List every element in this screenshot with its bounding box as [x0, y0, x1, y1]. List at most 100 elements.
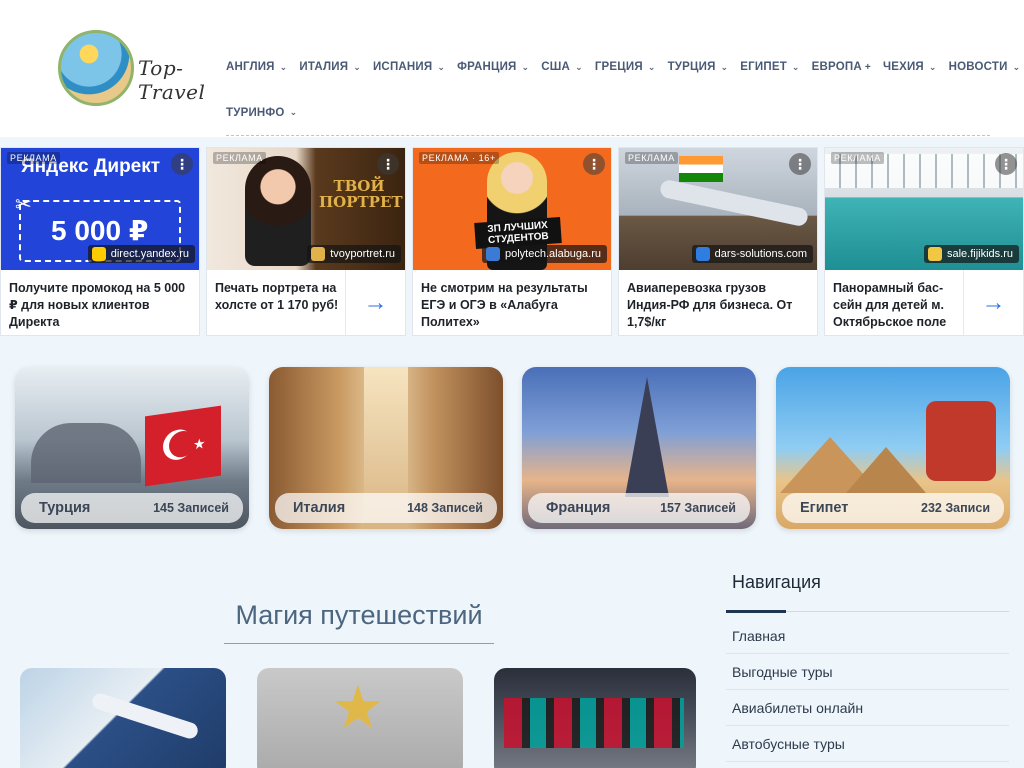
more-options-icon[interactable]: ⋮ [377, 153, 399, 175]
more-options-icon[interactable]: ⋮ [789, 153, 811, 175]
ad-domain-text: direct.yandex.ru [110, 248, 189, 260]
site-header: Top-Travel АНГЛИЯ ⌄ ИТАЛИЯ ⌄ ИСПАНИЯ ⌄ ФРАНЦИЯ… [0, 0, 1024, 137]
scissors-icon: ✂ [15, 194, 32, 216]
favicon-icon [311, 247, 326, 261]
ad-domain[interactable]: dars-solutions.com [691, 245, 813, 263]
chevron-down-icon: ⌄ [928, 61, 937, 72]
nav-item-5[interactable]: США ⌄ [541, 61, 583, 73]
nav-item-label: ГРЕЦИЯ [594, 61, 643, 73]
category-pill: Франция 157 Записей [528, 493, 750, 523]
ad-label: РЕКЛАМА [625, 152, 678, 164]
category-card-egypt[interactable]: Египет 232 Записи [776, 367, 1010, 529]
ad-card[interactable]: ТВОЙ ПОРТРЕТ РЕКЛАМА ⋮ tvoyportret.ru Пе… [206, 147, 406, 336]
nav-item-1[interactable]: АНГЛИЯ ⌄ [226, 61, 287, 73]
ad-strip: Яндекс Директ ✂ 5 000 ₽ РЕКЛАМА ⋮ direct… [0, 147, 1024, 336]
ad-domain[interactable]: direct.yandex.ru [87, 245, 195, 263]
ad-card[interactable]: Яндекс Директ ✂ 5 000 ₽ РЕКЛАМА ⋮ direct… [0, 147, 200, 336]
category-card-italy[interactable]: Италия 148 Записей [269, 367, 503, 529]
plus-icon: + [864, 61, 871, 73]
category-count: 157 Записей [660, 501, 736, 515]
chevron-down-icon: ⌄ [720, 61, 729, 72]
chevron-down-icon: ⌄ [575, 61, 583, 72]
ad-domain-text: dars-solutions.com [714, 248, 807, 260]
nav-item-label: ТУРЦИЯ [667, 61, 716, 73]
category-name: Египет [800, 500, 849, 516]
post-card[interactable] [494, 668, 696, 768]
sidebar-nav: Главная Выгодные туры Авиабилеты онлайн Авт… [726, 618, 1009, 762]
nav-row: АНГЛИЯ ⌄ ИТАЛИЯ ⌄ ИСПАНИЯ ⌄ ФРАНЦИЯ ⌄ США ⌄ ГРЕЦИЯ… [226, 48, 1020, 86]
nav-item-label: ИТАЛИЯ [299, 61, 349, 73]
ad-label: РЕКЛАМА [7, 152, 60, 164]
favicon-icon [485, 247, 500, 261]
category-pill: Италия 148 Записей [275, 493, 497, 523]
post-card[interactable] [20, 668, 226, 768]
site-logo[interactable]: Top-Travel [30, 28, 240, 108]
arrow-right-icon[interactable]: → [963, 270, 1023, 336]
nav-item-4[interactable]: ФРАНЦИЯ ⌄ [457, 61, 529, 73]
sidebar-link[interactable]: Авиабилеты онлайн [726, 690, 1009, 726]
favicon-icon [695, 247, 710, 261]
category-pill: Турция 145 Записей [21, 493, 243, 523]
ad-domain-text: tvoyportret.ru [330, 248, 395, 260]
pyramid [846, 447, 926, 493]
nav-item-10[interactable]: ЧЕХИЯ ⌄ [883, 61, 937, 73]
ad-card[interactable]: РЕКЛАМА ⋮ sale.fijikids.ru Панорамный ба… [824, 147, 1024, 336]
ad-brand: ТВОЙ ПОРТРЕТ [319, 177, 403, 211]
nav-item-label: НОВОСТИ [948, 61, 1008, 73]
nav-item-2[interactable]: ИТАЛИЯ ⌄ [299, 61, 361, 73]
nav-row: ТУРИНФО ⌄ [226, 94, 990, 136]
sidebar-link[interactable]: Выгодные туры [726, 654, 1009, 690]
star-icon: ★ [331, 674, 385, 741]
eiffel-tower [625, 377, 669, 497]
arrow-right-icon[interactable]: → [345, 270, 405, 336]
ad-card[interactable]: РЕКЛАМА ⋮ dars-solutions.com Авиаперевоз… [618, 147, 818, 336]
nav-item-1[interactable]: ТУРИНФО ⌄ [226, 107, 297, 119]
race-cars [504, 698, 684, 748]
ad-text: Печать портрета на холсте от 1 170 руб! [215, 281, 339, 312]
ad-domain[interactable]: sale.fijikids.ru [923, 245, 1019, 263]
nav-item-3[interactable]: ИСПАНИЯ ⌄ [373, 61, 445, 73]
flag-turkey: ★ [145, 405, 221, 487]
nav-item-label: ЧЕХИЯ [882, 61, 924, 73]
more-options-icon[interactable]: ⋮ [583, 153, 605, 175]
nav-item-6[interactable]: ГРЕЦИЯ ⌄ [595, 61, 656, 73]
nav-item-11[interactable]: НОВОСТИ ⌄ [949, 61, 1021, 73]
chevron-down-icon: ⌄ [521, 61, 530, 72]
nav-item-label: ЕГИПЕТ [740, 61, 787, 73]
flag-india [679, 156, 723, 182]
more-options-icon[interactable]: ⋮ [171, 153, 193, 175]
category-cards: ★ Турция 145 Записей Италия 148 Записей … [0, 367, 1024, 529]
ad-domain-text: polytech.alabuga.ru [504, 248, 601, 260]
nav-item-9[interactable]: ЕВРОПА + [812, 61, 871, 73]
nav-item-label: США [541, 61, 571, 73]
sidebar-link[interactable]: Автобусные туры [726, 726, 1009, 762]
sidebar-title: Навигация [726, 560, 1009, 613]
more-options-icon[interactable]: ⋮ [995, 153, 1017, 175]
category-card-turkey[interactable]: ★ Турция 145 Записей [15, 367, 249, 529]
nav-item-8[interactable]: ЕГИПЕТ ⌄ [740, 61, 799, 73]
chevron-down-icon: ⌄ [647, 61, 656, 72]
nav-item-7[interactable]: ТУРЦИЯ ⌄ [668, 61, 729, 73]
post-card[interactable]: ★ [257, 668, 463, 768]
ad-card[interactable]: ЗП ЛУЧШИХ СТУДЕНТОВ РЕКЛАМА · 16+ ⋮ poly… [412, 147, 612, 336]
chevron-down-icon: ⌄ [289, 107, 298, 117]
ad-domain[interactable]: tvoyportret.ru [307, 245, 401, 263]
portrait-figure [245, 156, 311, 266]
main-nav: АНГЛИЯ ⌄ ИТАЛИЯ ⌄ ИСПАНИЯ ⌄ ФРАНЦИЯ ⌄ США ⌄ ГРЕЦИЯ… [226, 48, 1020, 136]
chevron-down-icon: ⌄ [437, 61, 446, 72]
chevron-down-icon: ⌄ [279, 61, 288, 72]
nav-item-label: ИСПАНИЯ [372, 61, 433, 73]
post-cards: ★ [0, 668, 720, 768]
ad-domain[interactable]: polytech.alabuga.ru [481, 245, 607, 263]
ad-domain-text: sale.fijikids.ru [946, 248, 1013, 260]
camel-saddle [926, 401, 996, 481]
ad-label: РЕКЛАМА · 16+ [419, 152, 499, 164]
category-count: 145 Записей [153, 501, 229, 515]
sidebar-link[interactable]: Главная [726, 618, 1009, 654]
logo-text: Top-Travel [138, 56, 206, 104]
ad-text: Получите промокод на 5 000 ₽ для новых к… [9, 281, 186, 329]
ad-amount: 5 000 ₽ [51, 215, 149, 246]
category-name: Турция [39, 500, 91, 516]
category-card-france[interactable]: Франция 157 Записей [522, 367, 756, 529]
beach-logo-icon [58, 30, 134, 106]
